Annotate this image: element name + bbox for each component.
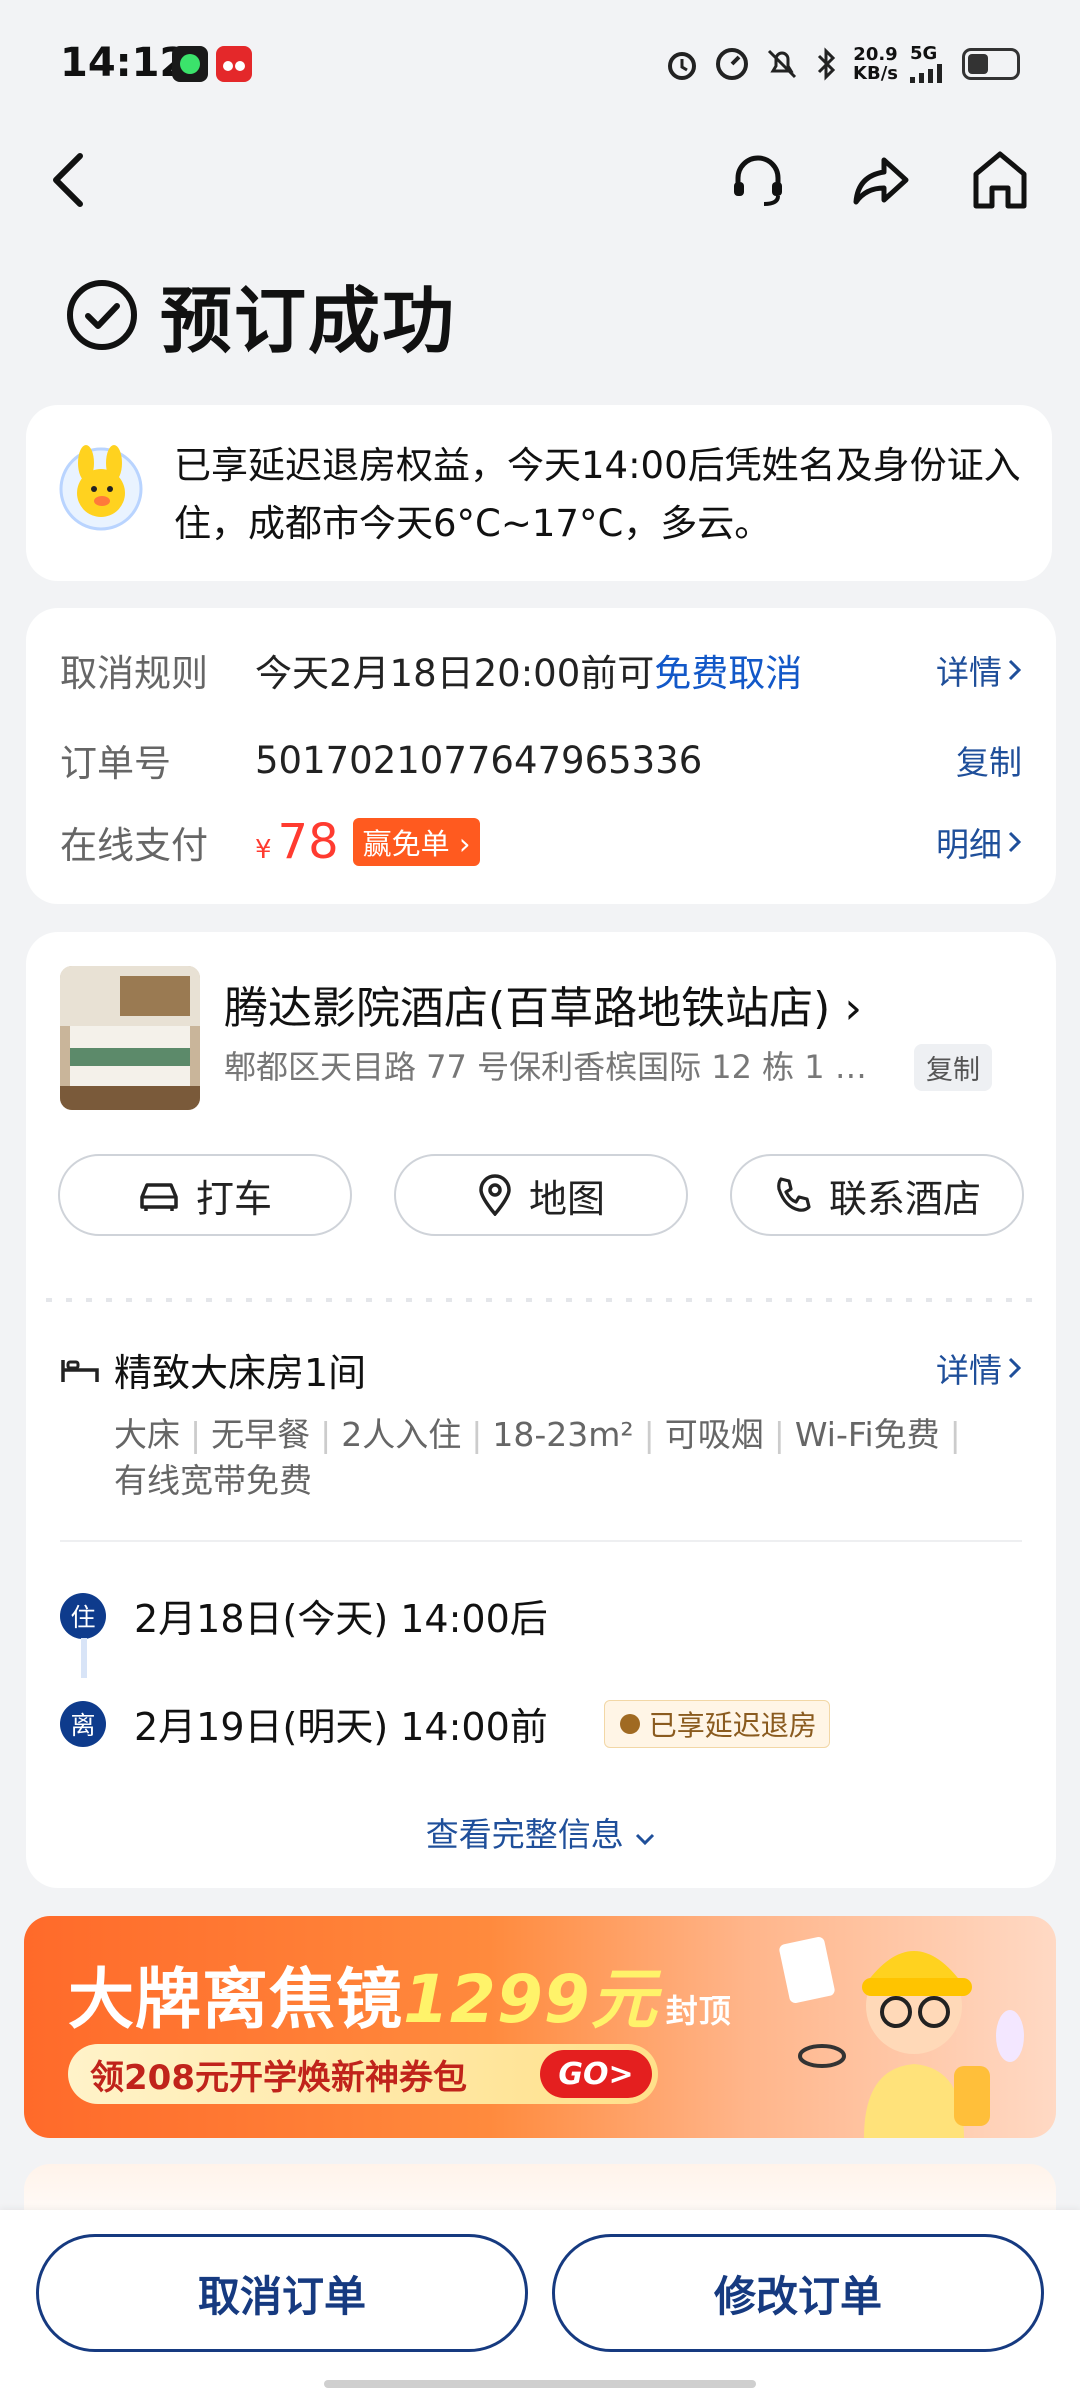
ticket-divider xyxy=(12,1286,1070,1314)
mute-icon xyxy=(767,49,797,79)
network-speed: 20.9 KB/s xyxy=(853,44,898,84)
checkout-badge: 离 xyxy=(60,1700,106,1747)
view-full-info-link[interactable]: 查看完整信息 xyxy=(26,1808,1056,1856)
late-checkout-tag: 已享延迟退房 xyxy=(603,1699,830,1748)
cancel-rule-value: 今天2月18日20:00前可 免费取消 xyxy=(255,652,803,695)
payment-detail-link[interactable]: 明细 xyxy=(936,818,1022,866)
back-arrow-icon xyxy=(53,153,83,207)
share-icon xyxy=(853,157,909,205)
checkout-row: 离 2月19日(明天) 14:00前 已享延迟退房 xyxy=(60,1696,830,1751)
location-pin-icon xyxy=(479,1174,511,1216)
top-nav xyxy=(0,140,1080,220)
payment-label: 在线支付 xyxy=(60,824,208,867)
checkin-badge: 住 xyxy=(60,1592,106,1639)
taxi-button[interactable]: 打车 xyxy=(58,1154,352,1236)
phone-icon xyxy=(777,1177,811,1212)
cancel-rule-row: 取消规则 今天2月18日20:00前可 免费取消 详情 xyxy=(60,642,1022,698)
cancel-rule-label: 取消规则 xyxy=(60,652,208,695)
battery-icon xyxy=(962,48,1020,80)
order-number-label: 订单号 xyxy=(60,742,171,785)
success-title: 预订成功 xyxy=(160,279,457,363)
share-button[interactable] xyxy=(840,140,920,220)
room-tags: 大床 | 无早餐 | 2人入住 | 18-23m² | 可吸烟 | Wi-Fi免费 | 有线宽带免费 xyxy=(114,1415,961,1500)
home-icon xyxy=(973,151,1027,209)
mascot-icon xyxy=(59,445,143,531)
cancel-rule-detail-link[interactable]: 详情 xyxy=(936,646,1022,694)
checkin-row: 住 2月18日(今天) 14:00后 xyxy=(60,1588,548,1643)
coupon-pill[interactable]: 领208元开学焕新神券包 GO> xyxy=(68,2044,658,2104)
music-app-icon xyxy=(172,46,208,82)
hotel-name[interactable]: 腾达影院酒店(百草路地铁站店) › xyxy=(224,972,862,1036)
notice-text: 已享延迟退房权益，今天14:00后凭姓名及身份证入住，成都市今天6°C~17°C… xyxy=(174,444,1021,545)
hotel-address: 郫都区天目路 77 号保利香槟国际 12 栋 1 … xyxy=(224,1048,864,1086)
map-button[interactable]: 地图 xyxy=(394,1154,688,1236)
copy-address-button[interactable]: 复制 xyxy=(914,1044,992,1091)
price: ¥78 xyxy=(255,814,339,870)
contact-hotel-button[interactable]: 联系酒店 xyxy=(730,1154,1024,1236)
headset-icon xyxy=(734,155,782,206)
check-circle-icon xyxy=(67,279,137,350)
gauge-icon xyxy=(716,48,749,80)
bottom-action-bar: 取消订单 修改订单 xyxy=(0,2210,1080,2392)
order-number-row: 订单号 5017021077647965336 复制 xyxy=(60,732,1022,788)
timeline-connector xyxy=(81,1638,87,1678)
chevron-right-icon xyxy=(1008,659,1022,681)
checkin-date: 2月18日(今天) 14:00后 xyxy=(134,1597,548,1641)
alarm-icon xyxy=(668,52,697,80)
customer-service-button[interactable] xyxy=(718,140,798,220)
order-number-value: 5017021077647965336 xyxy=(255,738,703,782)
order-info-card: 取消规则 今天2月18日20:00前可 免费取消 详情 订单号 501702107… xyxy=(26,608,1056,904)
section-divider xyxy=(60,1540,1022,1542)
glasses-kid-illustration xyxy=(779,1936,1024,2138)
banner-title: 大牌离焦镜1299元 封顶 xyxy=(68,1961,732,2038)
shopping-app-icon xyxy=(216,46,252,82)
hotel-thumbnail[interactable] xyxy=(60,966,200,1110)
copy-order-number-button[interactable]: 复制 xyxy=(956,736,1022,784)
room-detail-link[interactable]: 详情 xyxy=(936,1344,1022,1392)
payment-row: 在线支付 ¥78 赢免单 › 明细 xyxy=(60,814,1022,870)
back-button[interactable] xyxy=(28,140,108,220)
checkout-date: 2月19日(明天) 14:00前 xyxy=(134,1705,548,1749)
chevron-right-icon xyxy=(1008,831,1022,853)
medal-icon xyxy=(619,1713,640,1734)
hotel-card: 腾达影院酒店(百草路地铁站店) › 郫都区天目路 77 号保利香槟国际 12 栋… xyxy=(12,932,1070,1888)
status-time: 14:12 xyxy=(60,40,188,86)
free-order-tag[interactable]: 赢免单 › xyxy=(352,818,481,866)
go-button[interactable]: GO> xyxy=(540,2050,652,2098)
bed-icon xyxy=(61,1359,99,1382)
room-title: 精致大床房1间 xyxy=(60,1342,366,1397)
home-button[interactable] xyxy=(960,140,1040,220)
bluetooth-icon xyxy=(817,47,836,81)
home-indicator[interactable] xyxy=(324,2380,756,2388)
car-icon xyxy=(140,1183,178,1211)
status-bar: 14:12 20.9 KB/s 5G xyxy=(0,0,1080,130)
success-heading: 预订成功 xyxy=(64,262,456,367)
modify-order-button[interactable]: 修改订单 xyxy=(552,2234,1044,2352)
signal-icon: 5G xyxy=(910,45,950,83)
status-icons: 20.9 KB/s 5G xyxy=(663,42,1020,86)
cancel-order-button[interactable]: 取消订单 xyxy=(36,2234,528,2352)
promo-banner[interactable]: 大牌离焦镜1299元 封顶 领208元开学焕新神券包 GO> xyxy=(24,1916,1056,2138)
chevron-right-icon xyxy=(1008,1357,1022,1379)
benefit-notice-card: 已享延迟退房权益，今天14:00后凭姓名及身份证入住，成都市今天6°C~17°C… xyxy=(26,405,1052,581)
chevron-down-icon xyxy=(636,1833,655,1846)
